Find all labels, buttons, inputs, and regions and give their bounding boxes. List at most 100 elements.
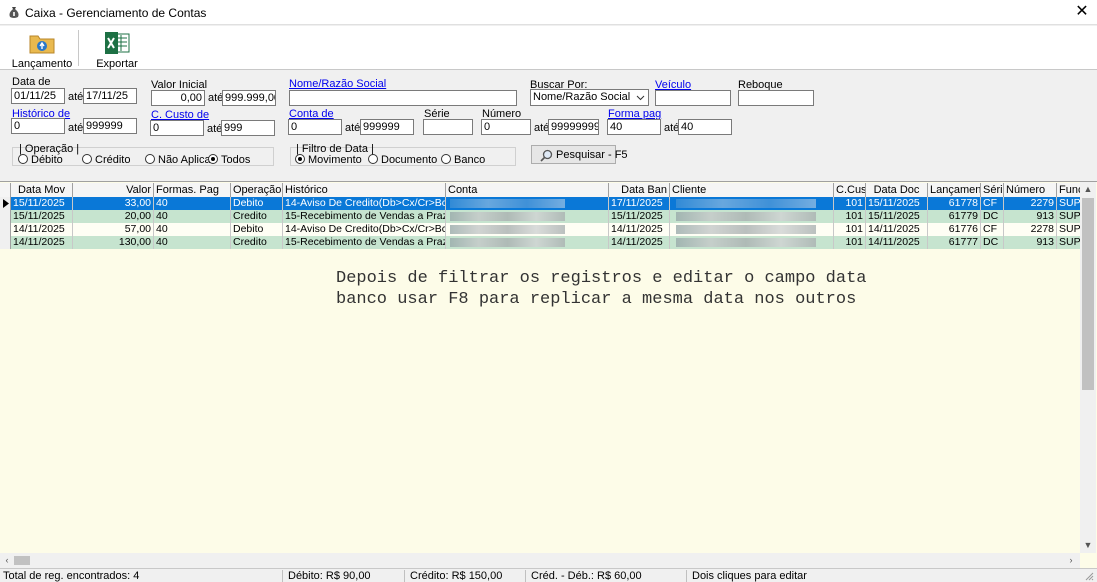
redacted-conta <box>450 225 565 234</box>
cell-lancamento: 61776 <box>928 223 981 236</box>
cell-serie: DC <box>981 210 1004 223</box>
nome-razao-social-input[interactable] <box>289 90 517 106</box>
scroll-down-icon[interactable]: ▼ <box>1080 538 1096 553</box>
cell-data-mov: 14/11/2025 <box>11 236 73 249</box>
column-header-conta[interactable]: Conta <box>446 183 609 198</box>
operacao-credito-radio[interactable]: Crédito <box>81 154 143 166</box>
toolbar-separator <box>78 30 79 66</box>
cell-conta <box>446 197 609 210</box>
cell-valor: 57,00 <box>73 223 154 236</box>
vertical-scroll-thumb[interactable] <box>1082 198 1094 390</box>
cell-valor: 33,00 <box>73 197 154 210</box>
radio-circle <box>441 154 451 164</box>
column-header-formas-pag[interactable]: Formas. Pag <box>154 183 231 198</box>
ate-label: até <box>68 91 84 103</box>
pesquisar-label: Pesquisar - F5 <box>556 149 628 161</box>
filtro-movimento-radio[interactable]: Movimento <box>294 154 364 166</box>
column-header-valor[interactable]: Valor <box>73 183 154 198</box>
column-header-serie[interactable]: Série <box>981 183 1004 198</box>
ccusto-de-input[interactable]: 0 <box>150 120 204 136</box>
toolbar: Lançamento Exportar <box>0 26 1097 70</box>
redacted-conta <box>450 199 565 208</box>
horizontal-scroll-thumb[interactable] <box>14 556 30 565</box>
ate-label: até <box>534 122 550 134</box>
operacao-todos-label: Todos <box>221 154 251 166</box>
operacao-credito-label: Crédito <box>95 154 131 166</box>
cell-numero: 2278 <box>1004 223 1057 236</box>
close-icon[interactable]: ✕ <box>1071 2 1093 22</box>
scroll-up-icon[interactable]: ▲ <box>1080 182 1096 197</box>
filtro-documento-label: Documento <box>381 154 438 166</box>
cell-data-mov: 14/11/2025 <box>11 223 73 236</box>
filtro-banco-label: Banco <box>454 154 486 166</box>
conta-ate-input[interactable]: 999999 <box>360 119 414 135</box>
forma-pag-ate-input[interactable]: 40 <box>678 119 732 135</box>
radio-circle-selected <box>295 154 305 164</box>
operacao-todos-radio[interactable]: Todos <box>207 154 269 166</box>
data-ate-input[interactable]: 17/11/25 <box>83 88 137 104</box>
excel-icon <box>105 32 130 54</box>
cell-historico: 15-Recebimento de Vendas a Prazo <box>285 210 446 223</box>
row-indicator <box>0 197 11 210</box>
filtro-banco-radio[interactable]: Banco <box>440 154 500 166</box>
cell-data-doc: 14/11/2025 <box>866 236 928 249</box>
column-header-funci[interactable]: Funci <box>1057 183 1080 198</box>
column-header-data-ban[interactable]: Data Ban <box>609 183 670 198</box>
status-debito: Débito: R$ 90,00 <box>288 570 371 582</box>
column-header-lancamento[interactable]: Lançamento <box>928 183 981 198</box>
exportar-button[interactable]: Exportar <box>90 28 144 70</box>
forma-pag-de-input[interactable]: 40 <box>607 119 661 135</box>
nome-razao-social-link[interactable]: Nome/Razão Social <box>289 78 386 90</box>
cell-serie: CF <box>981 223 1004 236</box>
row-header-corner <box>0 183 11 198</box>
horizontal-scrollbar[interactable]: ‹ › <box>0 553 1080 568</box>
operacao-debito-radio[interactable]: Débito <box>17 154 79 166</box>
column-header-ccusto[interactable]: C.Custo <box>834 183 866 198</box>
scroll-left-icon[interactable]: ‹ <box>0 553 14 568</box>
cell-operacao: Credito <box>231 210 283 223</box>
operacao-nao-aplica-label: Não Aplica <box>158 154 211 166</box>
numero-ate-input[interactable]: 999999999 <box>548 119 599 135</box>
folder-add-icon <box>29 35 55 54</box>
lancamento-button[interactable]: Lançamento <box>10 28 74 70</box>
reboque-input[interactable] <box>738 90 814 106</box>
cell-data-doc: 14/11/2025 <box>866 223 928 236</box>
redacted-cliente <box>676 238 816 247</box>
cell-historico: 15-Recebimento de Vendas a Prazo <box>285 236 446 249</box>
operacao-nao-aplica-radio[interactable]: Não Aplica <box>144 154 211 166</box>
cell-conta <box>446 210 609 223</box>
cell-serie: DC <box>981 236 1004 249</box>
column-header-cliente[interactable]: Cliente <box>670 183 834 198</box>
column-header-historico[interactable]: Histórico <box>283 183 446 198</box>
column-header-data-doc[interactable]: Data Doc <box>866 183 928 198</box>
valor-final-input[interactable]: 999.999,00 <box>222 90 276 106</box>
numero-de-input[interactable]: 0 <box>481 119 531 135</box>
column-header-numero[interactable]: Número <box>1004 183 1057 198</box>
resize-grip-icon[interactable] <box>1084 571 1094 581</box>
radio-circle <box>18 154 28 164</box>
column-header-data-mov[interactable]: Data Mov <box>11 183 73 198</box>
filtro-documento-radio[interactable]: Documento <box>367 154 437 166</box>
historico-de-input[interactable]: 0 <box>11 118 65 134</box>
data-de-input[interactable]: 01/11/25 <box>11 88 65 104</box>
status-saldo: Créd. - Déb.: R$ 60,00 <box>531 570 642 582</box>
ate-label: até <box>68 122 84 134</box>
cell-cliente <box>670 210 834 223</box>
table-row[interactable]: 14/11/2025 57,00 40 Debito 14-Aviso De C… <box>0 223 1080 236</box>
ccusto-ate-input[interactable]: 999 <box>221 120 275 136</box>
scroll-right-icon[interactable]: › <box>1064 553 1078 568</box>
cell-cliente <box>670 197 834 210</box>
cell-numero: 2279 <box>1004 197 1057 210</box>
table-row[interactable]: 14/11/2025 130,00 40 Credito 15-Recebime… <box>0 236 1080 249</box>
column-header-operacao[interactable]: Operação <box>231 183 283 198</box>
pesquisar-button[interactable]: Pesquisar - F5 <box>531 145 628 164</box>
buscar-por-select[interactable]: Nome/Razão Social <box>530 89 649 106</box>
table-row[interactable]: 15/11/2025 20,00 40 Credito 15-Recebimen… <box>0 210 1080 223</box>
cell-lancamento: 61778 <box>928 197 981 210</box>
valor-inicial-input[interactable]: 0,00 <box>151 90 205 106</box>
veiculo-input[interactable] <box>655 90 731 106</box>
table-row[interactable]: 15/11/2025 33,00 40 Debito 14-Aviso De C… <box>0 197 1080 210</box>
serie-input[interactable] <box>423 119 473 135</box>
conta-de-input[interactable]: 0 <box>288 119 342 135</box>
historico-ate-input[interactable]: 999999 <box>83 118 137 134</box>
